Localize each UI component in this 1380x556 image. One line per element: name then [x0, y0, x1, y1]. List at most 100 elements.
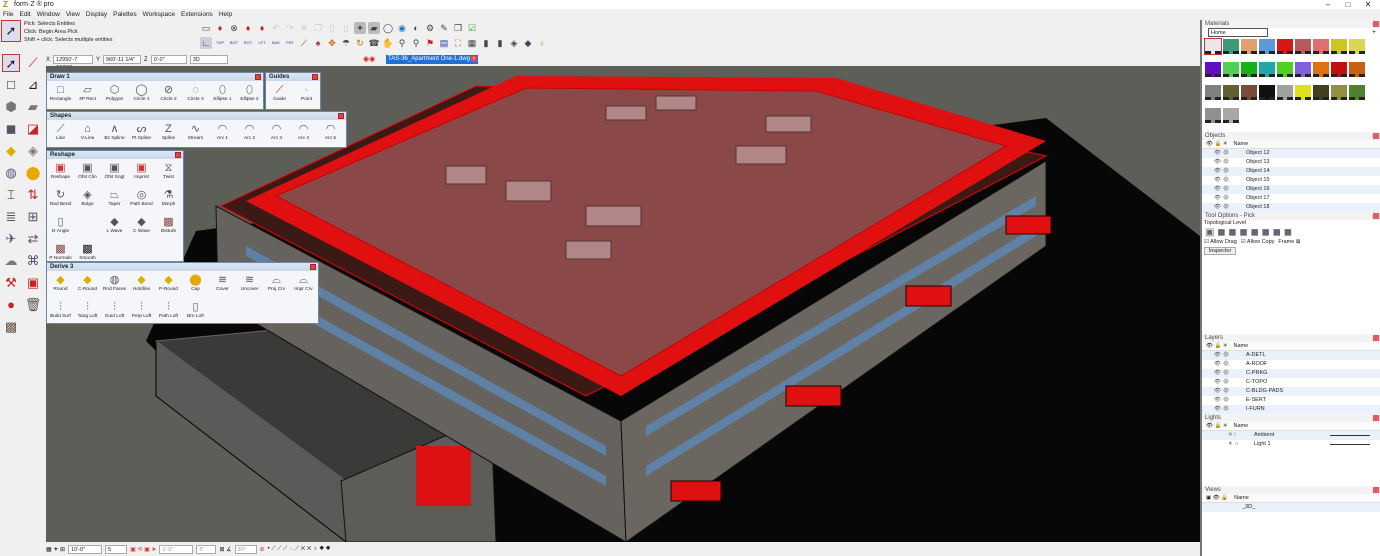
menu-view[interactable]: View — [63, 10, 83, 20]
ellipse1-tool[interactable]: ⬯ Ellipse 1 — [209, 83, 236, 110]
list-item[interactable]: 👁 ✳ A-DETL — [1202, 351, 1380, 360]
perspective-icon[interactable]: ♠ — [312, 37, 324, 49]
list-item[interactable]: ✳ ⁞ Ambient — [1202, 431, 1380, 440]
render-settings-icon[interactable]: ⚙ — [424, 22, 436, 34]
pick-tool-icon[interactable]: ➚ — [2, 54, 20, 72]
view-top-button[interactable]: TOP — [214, 37, 226, 49]
dimension-tool-icon[interactable]: ⌶ — [2, 186, 20, 204]
document-tab[interactable]: TAS-36_Apartment One-1.dwg × — [386, 55, 478, 64]
list-item[interactable]: 👁 ✳ C-BLDG-PADS — [1202, 387, 1380, 396]
rad-bend-tool[interactable]: ↻ Rad Bend — [47, 188, 74, 215]
line-tool[interactable]: ⟋ Line — [47, 122, 74, 149]
path-bend-tool[interactable]: ◎ Path Bend — [128, 188, 155, 215]
material-swatch[interactable] — [1223, 39, 1239, 54]
perp-loft-tool[interactable]: ⫶ Perp Loft — [128, 300, 155, 327]
rectangle-tool-icon[interactable]: □ — [2, 76, 20, 94]
brn-loft-tool[interactable]: ▯ Brn Loft — [182, 300, 209, 327]
holdline-tool[interactable]: ◆ Holdline — [128, 273, 155, 300]
orbit-icon[interactable]: ✥ — [326, 37, 338, 49]
list-item[interactable]: 👁 ✳ E-SERT — [1202, 396, 1380, 405]
material-swatch[interactable] — [1259, 39, 1275, 54]
list-item[interactable]: 👁 ✳ Object 16 — [1202, 185, 1380, 194]
close-icon[interactable] — [1373, 335, 1379, 341]
material-swatch[interactable] — [1295, 62, 1311, 77]
material-swatch[interactable] — [1259, 62, 1275, 77]
smooth-tool[interactable]: ▩ Smooth — [74, 242, 101, 261]
list-item[interactable]: _3D_ — [1202, 503, 1380, 512]
rotate-icon[interactable]: ↻ — [354, 37, 366, 49]
intensity-slider[interactable] — [1330, 440, 1370, 445]
axes-icon[interactable]: ∟ — [200, 37, 212, 49]
material-swatch[interactable] — [1295, 39, 1311, 54]
eye-icon[interactable]: 👁 ✳ — [1214, 351, 1232, 360]
query-tool-icon[interactable]: ▩ — [2, 318, 20, 336]
boolean-tool-icon[interactable]: ◪ — [24, 120, 42, 138]
maximize-button[interactable]: □ — [1338, 0, 1358, 9]
close-icon[interactable] — [1373, 213, 1379, 219]
menu-help[interactable]: Help — [216, 10, 235, 20]
close-icon[interactable] — [255, 74, 261, 80]
intensity-slider[interactable] — [1330, 431, 1370, 436]
menu-edit[interactable]: Edit — [16, 10, 33, 20]
guide-tool[interactable]: ⟋ Guide — [266, 83, 293, 110]
material-swatch[interactable] — [1295, 85, 1311, 100]
view-front-button[interactable]: FRT — [284, 37, 296, 49]
angle-field[interactable]: 30° — [234, 544, 257, 554]
view-back-button[interactable]: BAK — [270, 37, 282, 49]
minimize-button[interactable]: – — [1318, 0, 1338, 9]
list-item[interactable]: 👁 ✳ A-ROOF — [1202, 360, 1380, 369]
grid-divisions-field[interactable]: 5 — [105, 544, 128, 554]
d-angle-tool[interactable]: ▯ D-Angle — [47, 215, 74, 242]
undo-icon[interactable]: ↶ — [270, 22, 282, 34]
material-swatch[interactable] — [1313, 39, 1329, 54]
twist-tool[interactable]: ⧖ Twist — [155, 161, 182, 188]
reshape-tool[interactable]: ▣ Reshape — [47, 161, 74, 188]
taper-tool[interactable]: ⏢ Taper — [101, 188, 128, 215]
material-swatch[interactable] — [1223, 62, 1239, 77]
delete-icon[interactable]: ▯ — [340, 22, 352, 34]
shaded-icon[interactable]: ◉ — [396, 22, 408, 34]
list-item[interactable]: 👁 ✳ C-TOPO — [1202, 378, 1380, 387]
material-swatch[interactable] — [1277, 39, 1293, 54]
eye-icon[interactable]: 👁 ✳ — [1214, 360, 1232, 369]
ofst-clin-tool[interactable]: ▣ Ofst Clin — [74, 161, 101, 188]
pan-hand-icon[interactable]: ✋ — [382, 37, 394, 49]
draw-tool-icon[interactable]: ⊿ — [24, 76, 42, 94]
l-wave-tool[interactable]: ◆ L Wave — [101, 215, 128, 242]
eye-icon[interactable]: 👁 ✳ — [1214, 185, 1232, 194]
move-tool-icon[interactable]: ✈ — [2, 230, 20, 248]
close-icon[interactable] — [1373, 133, 1379, 139]
open-icon[interactable]: ▭ — [200, 22, 212, 34]
guid-loft-tool[interactable]: ⫶ Guid Loft — [101, 300, 128, 327]
eye-icon[interactable]: 👁 ✳ — [1214, 176, 1232, 185]
current-tool-pick-icon[interactable]: ➚ — [1, 20, 21, 42]
bulge-tool[interactable]: ◈ Bulge — [74, 188, 101, 215]
material-swatch[interactable] — [1241, 39, 1257, 54]
check-icon[interactable]: ☑ — [466, 22, 478, 34]
material-swatch[interactable] — [1349, 85, 1365, 100]
y-coordinate-field[interactable]: 960'-11 1/4" — [103, 55, 142, 64]
arc5-tool[interactable]: ◠ Arc 5 — [317, 122, 344, 149]
close-tab-icon[interactable]: × — [471, 56, 477, 62]
material-swatch[interactable] — [1241, 62, 1257, 77]
menu-display[interactable]: Display — [83, 10, 110, 20]
material-tool-icon[interactable]: ● — [2, 296, 20, 314]
disturb-tool[interactable]: ▩ Disturb — [155, 215, 182, 242]
cancel-icon[interactable]: ⊗ — [228, 22, 240, 34]
ellipse2-tool[interactable]: ⬯ Ellipse 2 — [236, 83, 263, 110]
eye-icon[interactable]: 👁 ✳ — [1214, 369, 1232, 378]
close-button[interactable]: ✕ — [1358, 0, 1378, 9]
material-swatch[interactable] — [1349, 39, 1365, 54]
polygon-tool[interactable]: ⬡ Polygon — [101, 83, 128, 110]
menu-extensions[interactable]: Extensions — [178, 10, 216, 20]
arc2-tool[interactable]: ◠ Arc 2 — [236, 122, 263, 149]
paint-icon[interactable]: ▮ — [480, 37, 492, 49]
close-icon[interactable] — [1373, 21, 1379, 27]
grid-size-field[interactable]: 10'-0" — [68, 544, 103, 554]
reshape-tool-icon[interactable]: ◆ — [2, 142, 20, 160]
deform-tool-icon[interactable]: ◈ — [24, 142, 42, 160]
impr-crv-tool[interactable]: ⌓ Impr Crv — [290, 273, 317, 300]
proj-crv-tool[interactable]: ⌓ Proj Crv — [263, 273, 290, 300]
snap-distance-field[interactable]: 1'-0" — [159, 544, 194, 554]
menu-file[interactable]: File — [0, 10, 16, 20]
